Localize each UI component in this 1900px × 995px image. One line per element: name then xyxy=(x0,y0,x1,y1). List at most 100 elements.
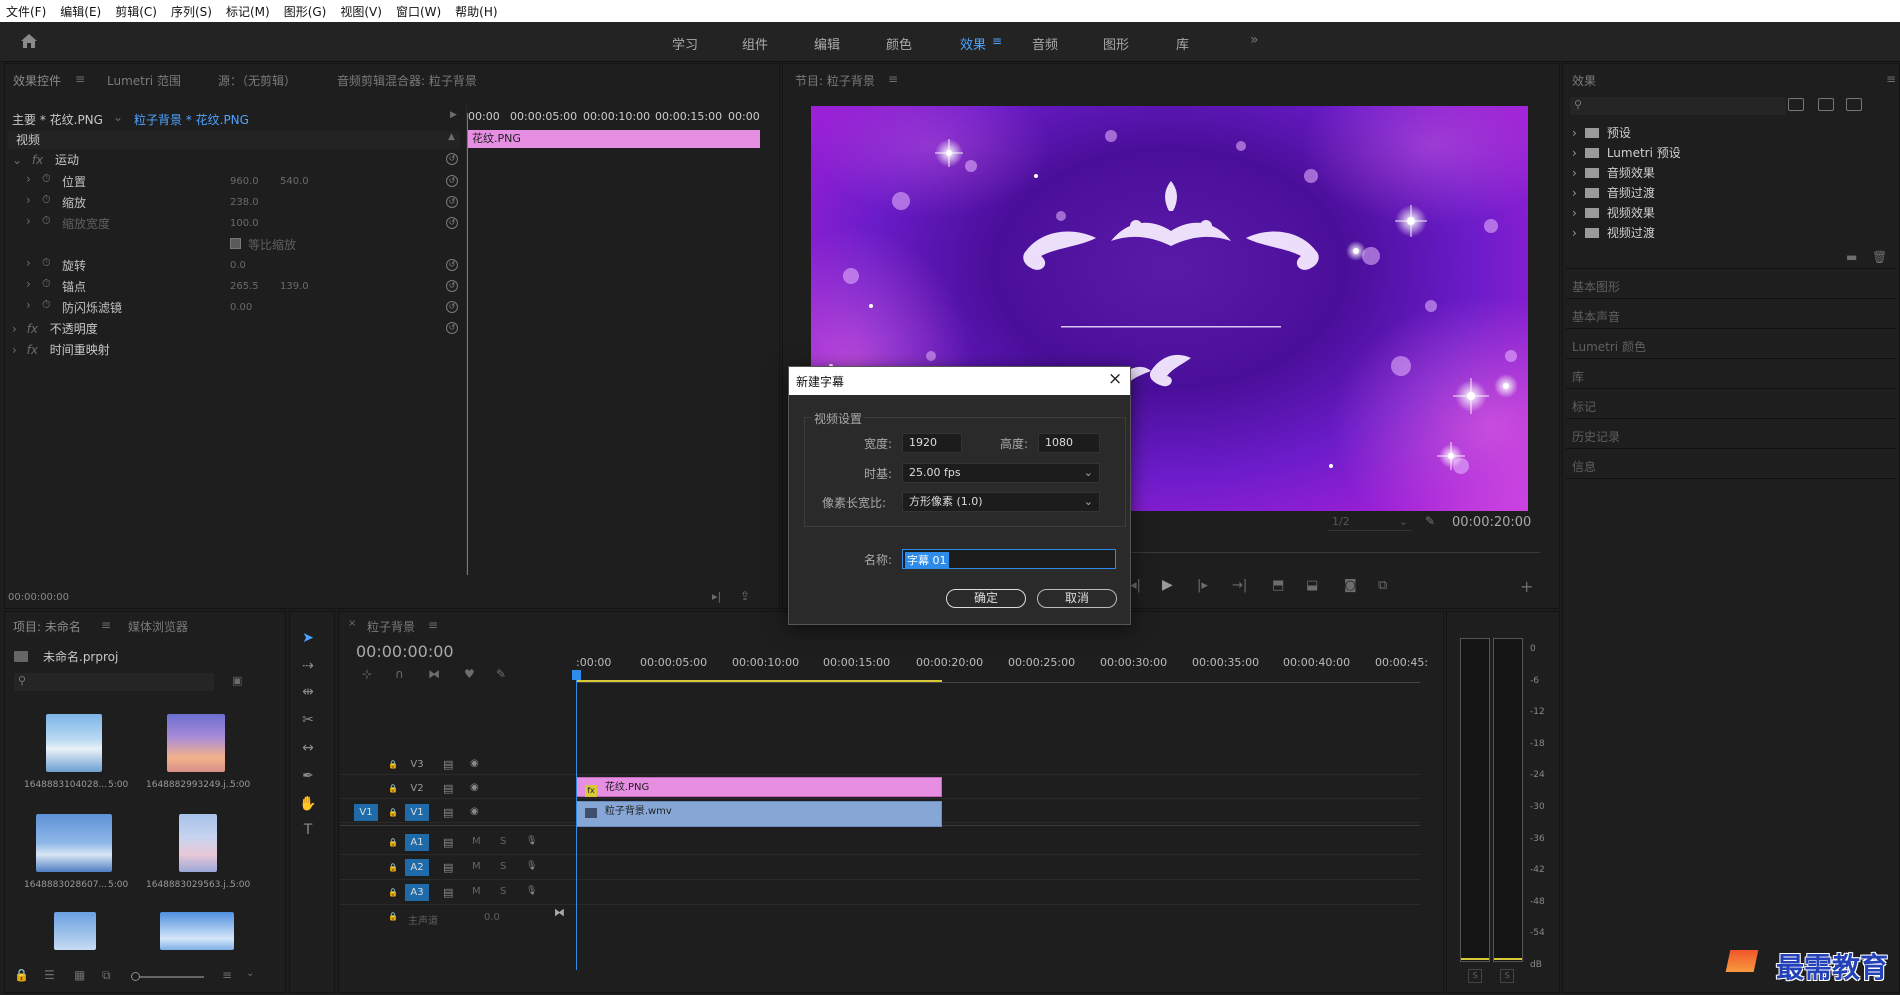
property-value[interactable]: 139.0 xyxy=(280,281,309,292)
width-input[interactable]: 1920 xyxy=(902,433,962,453)
property-value[interactable]: 100.0 xyxy=(230,218,259,229)
project-item-thumbnail[interactable] xyxy=(167,714,225,772)
collapsed-panel-title[interactable]: 信息 xyxy=(1572,458,1596,475)
collapsed-panel-title[interactable]: 基本图形 xyxy=(1572,278,1620,295)
fx-icon[interactable]: fx xyxy=(27,343,38,357)
razor-tool-icon[interactable]: ✂ xyxy=(298,712,318,732)
workspace-tab[interactable]: 库 xyxy=(1176,34,1189,53)
property-value[interactable]: 265.5 xyxy=(230,281,259,292)
menu-item[interactable]: 窗口(W) xyxy=(396,3,441,20)
type-tool-icon[interactable]: T xyxy=(298,822,318,842)
property-value[interactable]: 0.0 xyxy=(230,260,246,271)
track-sync-lock-icon[interactable]: ▤ xyxy=(443,861,453,874)
fit-timeline-icon[interactable]: ⧓ xyxy=(554,906,565,919)
track-lock-icon[interactable]: 🔒 xyxy=(388,838,398,847)
reset-icon[interactable]: ↺ xyxy=(446,175,458,187)
project-item-thumbnail[interactable] xyxy=(160,912,234,950)
track-target-button[interactable]: V3 xyxy=(405,756,429,773)
stopwatch-icon[interactable]: ⏱ xyxy=(42,277,51,291)
tab-audio-clip-mixer[interactable]: 音频剪辑混合器: 粒子背景 xyxy=(337,72,477,89)
clip-v1[interactable]: 粒子背景.wmv xyxy=(576,801,942,827)
panel-menu-icon[interactable]: ≡ xyxy=(1886,72,1896,86)
track-sync-lock-icon[interactable]: ▤ xyxy=(443,806,453,819)
add-button-icon[interactable]: + xyxy=(1520,577,1533,596)
collapsed-panel-title[interactable]: 标记 xyxy=(1572,398,1596,415)
track-sync-lock-icon[interactable]: ▤ xyxy=(443,758,453,771)
menu-item[interactable]: 文件(F) xyxy=(6,3,46,20)
timeline-settings-icon[interactable]: ✎ xyxy=(496,667,506,681)
menu-item[interactable]: 编辑(E) xyxy=(60,3,101,20)
microphone-icon[interactable]: 🎙 xyxy=(526,886,537,896)
ripple-edit-tool-icon[interactable]: ⇹ xyxy=(298,684,318,704)
property-value[interactable]: 960.0 xyxy=(230,176,259,187)
track-target-button[interactable]: A3 xyxy=(405,884,429,901)
eye-icon[interactable]: ◉ xyxy=(470,758,479,769)
stopwatch-icon[interactable]: ⏱ xyxy=(42,214,51,228)
project-item-name[interactable]: 1648882993249.j... xyxy=(146,780,234,790)
tab-effect-controls[interactable]: 效果控件 xyxy=(13,72,61,89)
reset-icon[interactable]: ↺ xyxy=(446,196,458,208)
playhead-marker[interactable] xyxy=(572,670,581,680)
yuv-effects-icon[interactable] xyxy=(1846,98,1862,111)
property-row[interactable]: 等比缩放 xyxy=(8,235,460,256)
stopwatch-icon[interactable]: ⏱ xyxy=(42,298,51,312)
workspace-tab[interactable]: 图形 xyxy=(1103,34,1129,53)
stopwatch-icon[interactable]: ⏱ xyxy=(42,256,51,270)
ec-playhead[interactable] xyxy=(467,113,468,575)
property-value[interactable]: 0.00 xyxy=(230,302,252,313)
property-row[interactable]: › ⏱ 防闪烁滤镜 0.00 ↺ xyxy=(8,298,460,319)
checkbox-icon[interactable] xyxy=(230,238,241,249)
freeform-view-icon[interactable]: ⧉ xyxy=(102,968,111,983)
project-item-thumbnail[interactable] xyxy=(54,912,96,950)
project-item-name[interactable]: 1648883029563.j... xyxy=(146,880,234,890)
workspace-tab[interactable]: 效果 xyxy=(960,34,986,53)
project-search-input[interactable]: ⚲ xyxy=(14,673,214,691)
tab-project[interactable]: 项目: 未命名 xyxy=(13,618,81,635)
track-target-button[interactable]: A2 xyxy=(405,859,429,876)
tab-media-browser[interactable]: 媒体浏览器 xyxy=(128,618,188,635)
effects-panel-title[interactable]: 效果 xyxy=(1572,72,1596,89)
fx-icon[interactable]: fx xyxy=(27,322,38,336)
zoom-slider[interactable] xyxy=(131,972,204,981)
motion-row[interactable]: ⌄ fx 运动 xyxy=(8,151,79,172)
property-value[interactable]: 540.0 xyxy=(280,176,309,187)
filter-icon[interactable]: ▸| xyxy=(712,590,721,603)
collapsed-panel-title[interactable]: 历史记录 xyxy=(1572,428,1620,445)
pen-tool-icon[interactable]: ✒ xyxy=(298,768,318,788)
program-monitor-title[interactable]: 节目: 粒子背景 xyxy=(795,72,875,89)
panel-menu-icon[interactable]: ≡ xyxy=(75,72,85,86)
reset-icon[interactable]: ↺ xyxy=(446,301,458,313)
track-sync-lock-icon[interactable]: ▤ xyxy=(443,782,453,795)
property-row[interactable]: › ⏱ 旋转 0.0 ↺ xyxy=(8,256,460,277)
effects-folder[interactable]: › 音频效果 xyxy=(1572,164,1655,181)
go-to-out-icon[interactable]: →| xyxy=(1232,578,1247,593)
step-back-icon[interactable]: ◂| xyxy=(1130,578,1141,593)
chevron-down-icon[interactable]: ⌄ xyxy=(113,110,123,124)
workspace-tab[interactable]: 颜色 xyxy=(886,34,912,53)
camera-icon[interactable]: ◙ xyxy=(1344,578,1357,593)
eye-icon[interactable]: ◉ xyxy=(470,782,479,793)
menu-item[interactable]: 视图(V) xyxy=(340,3,382,20)
track-lock-icon[interactable]: 🔒 xyxy=(388,760,398,769)
collapsed-panel-title[interactable]: Lumetri 颜色 xyxy=(1572,338,1646,355)
export-icon[interactable]: ⇪ xyxy=(740,589,750,603)
mute-button[interactable]: M xyxy=(472,886,481,897)
32bit-effects-icon[interactable] xyxy=(1818,98,1834,111)
stopwatch-icon[interactable]: ⏱ xyxy=(42,172,51,186)
eye-icon[interactable]: ◉ xyxy=(470,806,479,817)
par-select[interactable]: 方形像素 (1.0) ⌄ xyxy=(902,492,1100,512)
reset-icon[interactable]: ↺ xyxy=(446,153,458,165)
track-lock-icon[interactable]: 🔒 xyxy=(388,888,398,897)
track-target-button[interactable]: A1 xyxy=(405,834,429,851)
panel-menu-icon[interactable]: ≡ xyxy=(428,618,438,632)
property-row[interactable]: › ⏱ 缩放 238.0 ↺ xyxy=(8,193,460,214)
time-remap-row[interactable]: › fx 时间重映射 xyxy=(8,341,110,362)
workspace-tab[interactable]: 组件 xyxy=(742,34,768,53)
tab-source[interactable]: 源：（无剪辑） xyxy=(218,72,296,89)
new-folder-icon[interactable]: ▬ xyxy=(1846,250,1857,264)
reset-icon[interactable]: ↺ xyxy=(446,322,458,334)
master-track-value[interactable]: 0.0 xyxy=(484,912,500,923)
track-sync-lock-icon[interactable]: ▤ xyxy=(443,836,453,849)
more-workspaces-icon[interactable]: » xyxy=(1250,32,1259,48)
ok-button[interactable]: 确定 xyxy=(946,589,1026,608)
